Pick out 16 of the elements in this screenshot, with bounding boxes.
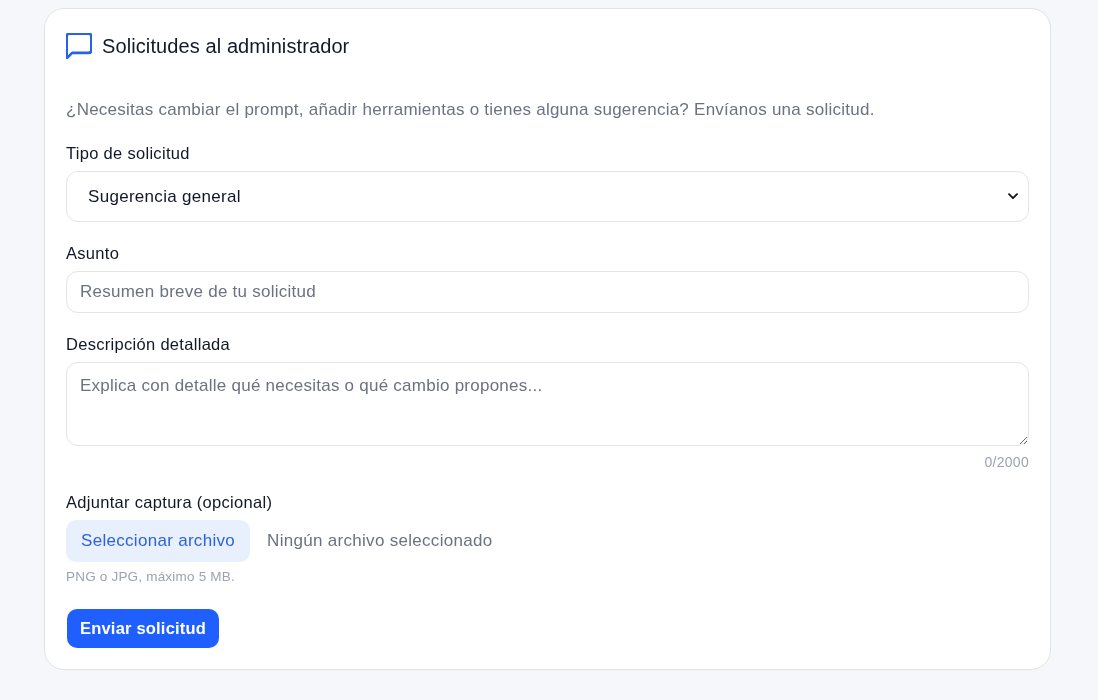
select-field[interactable]: Sugerencia general bbox=[66, 171, 1029, 222]
file-status-text: Ningún archivo seleccionado bbox=[267, 531, 493, 551]
textarea-field[interactable]: Explica con detalle qué necesitas o qué cambio propones... bbox=[66, 362, 1029, 446]
submit-button[interactable]: Enviar solicitud bbox=[67, 609, 220, 648]
file-select-button[interactable]: Seleccionar archivo bbox=[66, 520, 251, 562]
chevron-down-icon bbox=[1008, 193, 1018, 200]
card-description: ¿Necesitas cambiar el prompt, añadir herramientas o tienes alguna sugerencia? Envíanos una solicitud. bbox=[66, 99, 875, 121]
file-hint: PNG o JPG, máximo 5 MB. bbox=[66, 569, 235, 585]
card-title: Solicitudes al administrador bbox=[102, 34, 350, 58]
field-label: Tipo de solicitud bbox=[66, 143, 190, 164]
field-label: Asunto bbox=[66, 243, 120, 264]
message-icon bbox=[66, 33, 92, 59]
field-label: Descripción detallada bbox=[66, 334, 231, 355]
input-field[interactable]: Resumen breve de tu solicitud bbox=[66, 271, 1029, 313]
field-label: Adjuntar captura (opcional) bbox=[66, 492, 273, 513]
character-counter: 0/2000 bbox=[984, 453, 1029, 471]
